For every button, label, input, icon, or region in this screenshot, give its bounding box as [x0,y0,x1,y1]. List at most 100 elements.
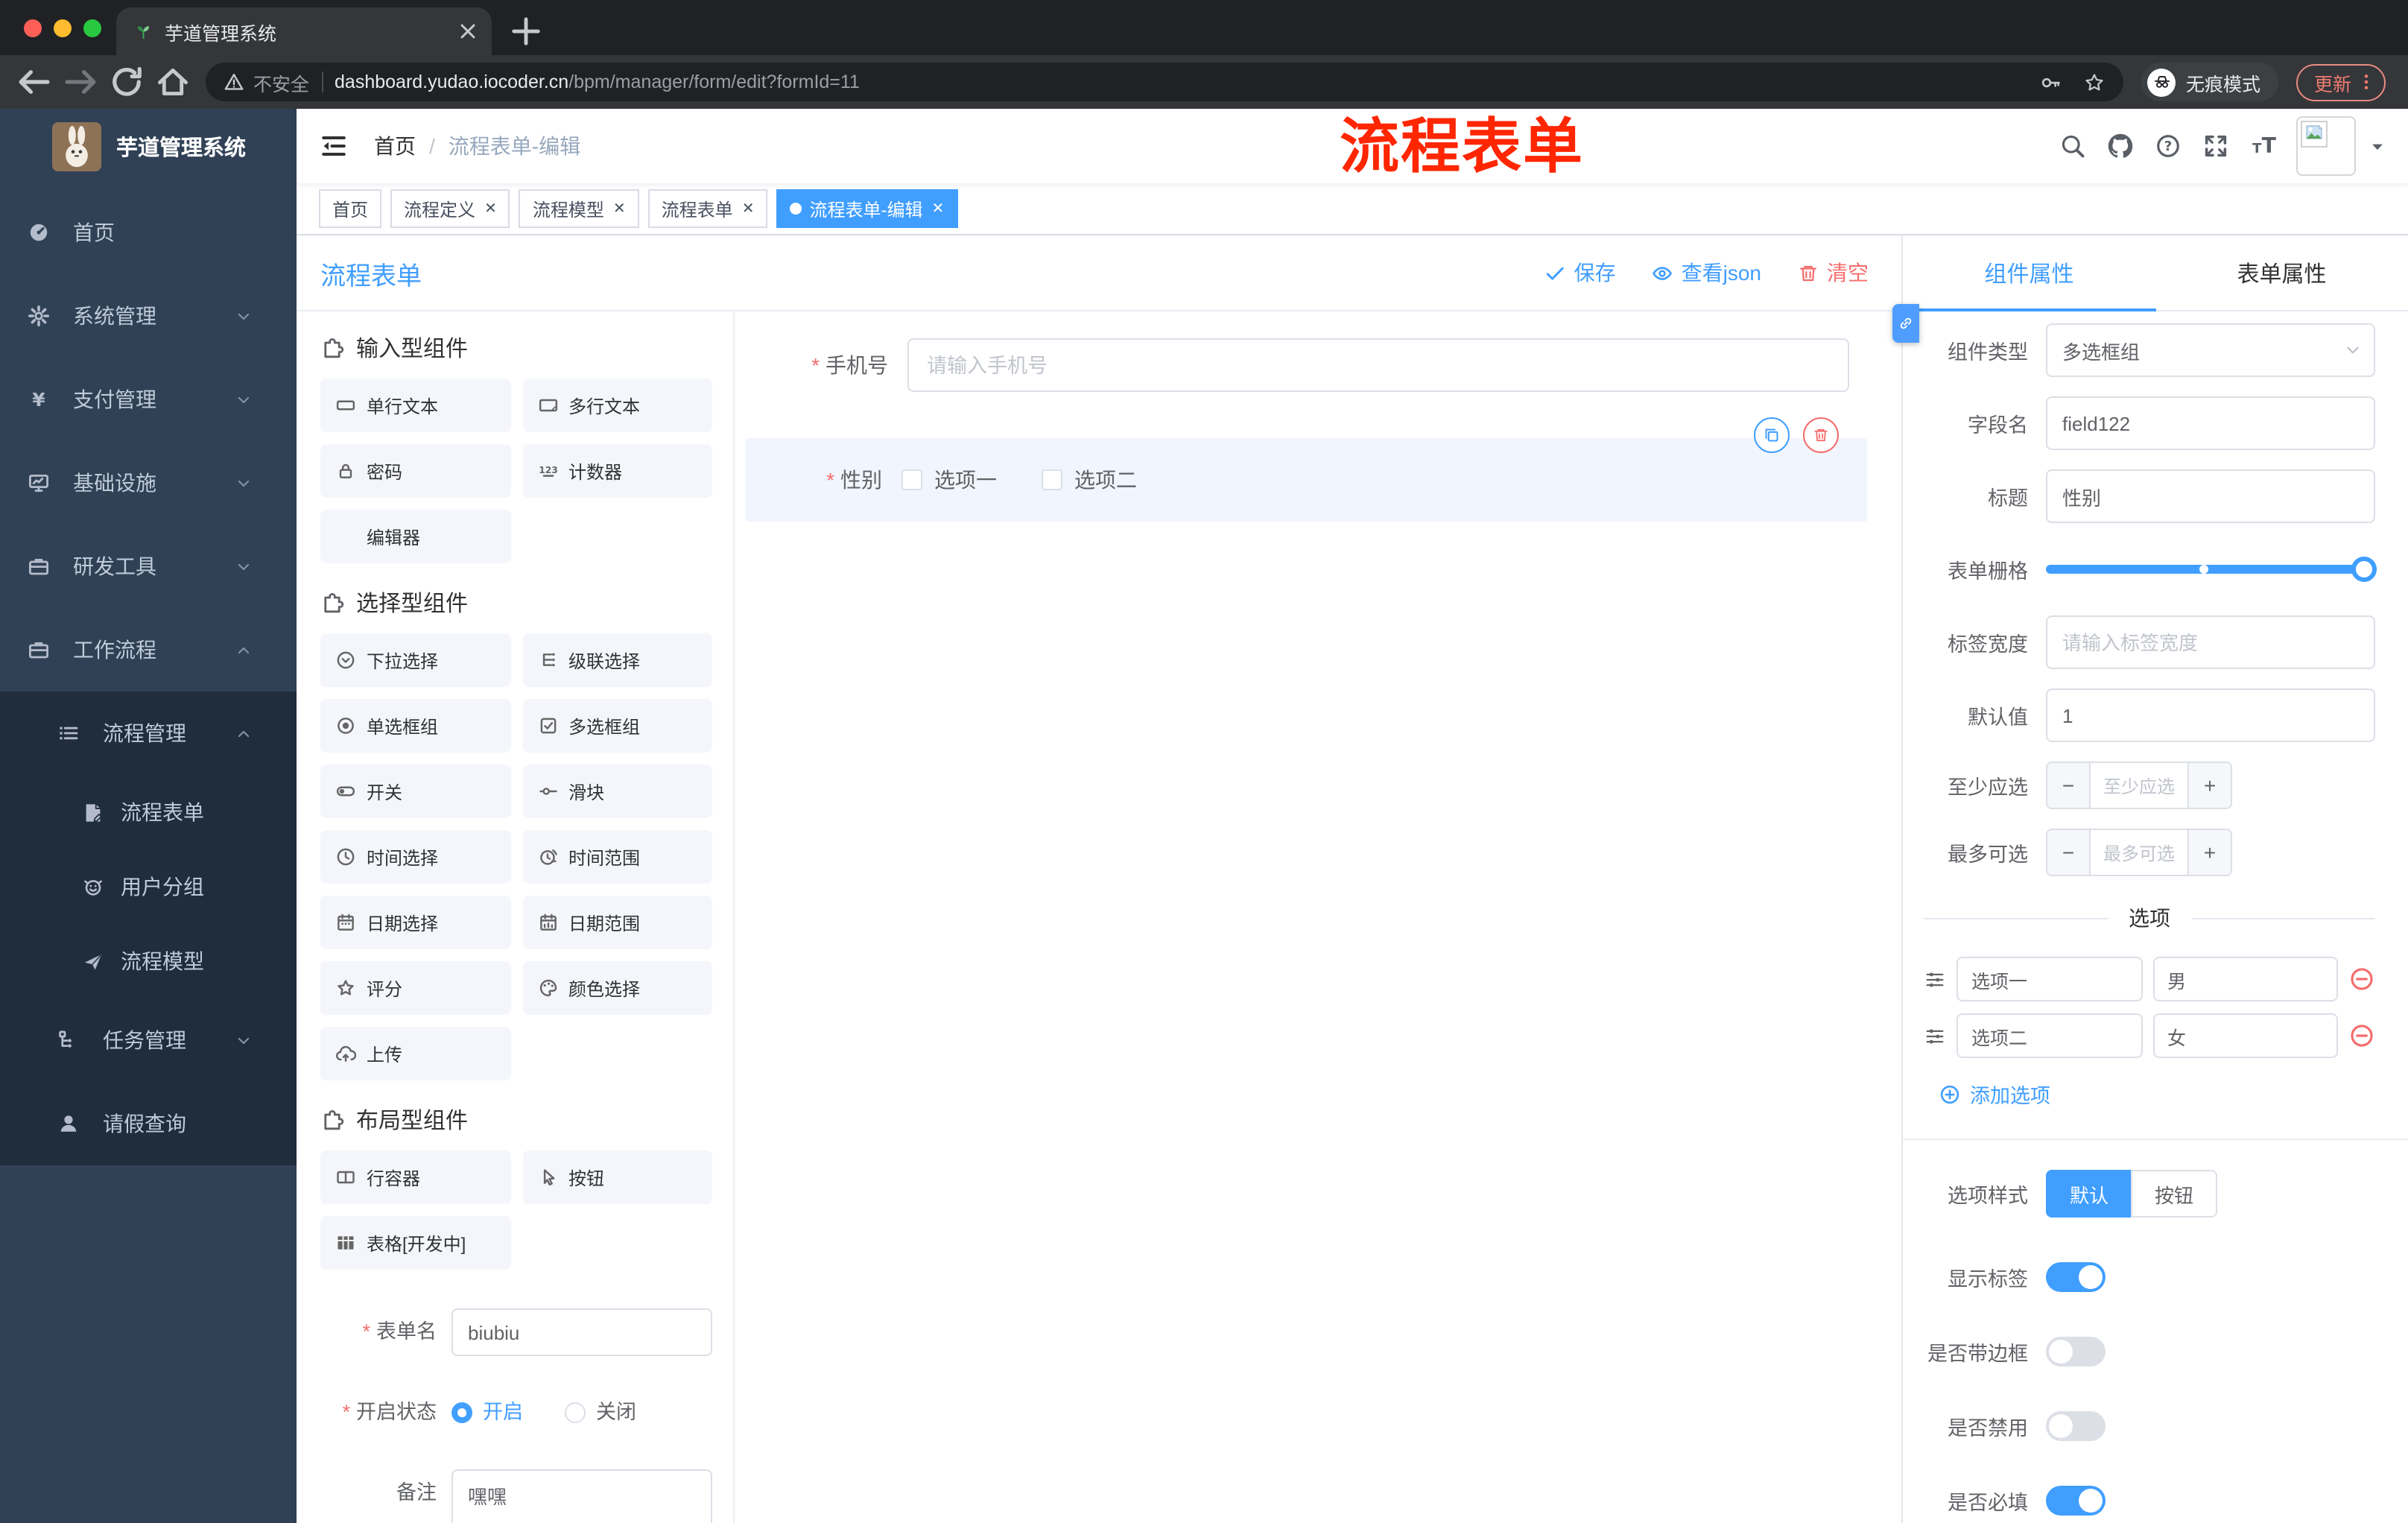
remove-option-button[interactable] [2348,966,2375,992]
tag-首页[interactable]: 首页 [319,189,382,228]
palette-item-按钮[interactable]: 按钮 [522,1150,712,1204]
close-icon[interactable]: ✕ [931,200,944,217]
checkbox-unchecked-icon[interactable] [902,469,922,490]
avatar-menu-caret[interactable] [2369,137,2387,155]
toggle-是否带边框[interactable] [2046,1337,2106,1367]
tab-form-props[interactable]: 表单属性 [2155,235,2408,310]
checkbox-unchecked-icon[interactable] [1042,469,1062,490]
sidebar-item-系统管理[interactable]: 系统管理 [0,274,297,358]
option-value-input[interactable] [2152,1013,2338,1058]
option-name-input[interactable] [1956,957,2142,1001]
more-vertical-icon[interactable] [2356,72,2377,92]
close-icon[interactable]: ✕ [742,200,755,217]
view-json-button[interactable]: 查看json [1652,258,1761,288]
question-button[interactable]: ? [2144,122,2192,170]
sidebar-item-流程表单[interactable]: 流程表单 [0,775,297,849]
canvas-field-phone[interactable]: 手机号 [745,338,1849,392]
user-avatar[interactable] [2296,116,2356,176]
palette-item-滑块[interactable]: 滑块 [522,764,712,818]
delete-component-button[interactable] [1803,417,1839,453]
stepper-decrease-button[interactable]: − [2047,830,2091,875]
close-tab-icon[interactable] [456,19,480,43]
github-button[interactable] [2097,122,2144,170]
form-name-input[interactable] [452,1308,712,1356]
title-input[interactable] [2046,469,2375,523]
drag-handle-icon[interactable] [1924,1025,1946,1047]
toggle-显示标签[interactable] [2046,1262,2106,1292]
stepper-decrease-button[interactable]: − [2047,763,2091,808]
sidebar-item-用户分组[interactable]: 用户分组 [0,849,297,924]
form-remark-textarea[interactable]: 嘿嘿 [452,1469,712,1523]
sidebar-item-首页[interactable]: 首页 [0,191,297,274]
option-value-input[interactable] [2152,957,2338,1001]
palette-item-时间选择[interactable]: 时间选择 [320,830,510,884]
slider-track[interactable] [2046,557,2377,582]
field-name-input[interactable] [2046,396,2375,450]
canvas-field-gender-selected[interactable]: 性别 选项一 选项二 [745,417,1867,522]
stepper-increase-button[interactable]: + [2187,830,2231,875]
palette-item-行容器[interactable]: 行容器 [320,1150,510,1204]
style-default-button[interactable]: 默认 [2046,1170,2132,1218]
min-checked-input[interactable]: 至少应选 [2091,763,2187,808]
palette-item-颜色选择[interactable]: 颜色选择 [522,961,712,1015]
palette-item-时间范围[interactable]: 时间范围 [522,830,712,884]
tag-流程表单-编辑[interactable]: 流程表单-编辑 ✕ [776,189,958,228]
status-radio-off[interactable]: 关闭 [565,1389,636,1437]
tag-流程表单[interactable]: 流程表单 ✕ [647,189,768,228]
sidebar-toggle-icon[interactable] [319,131,349,161]
palette-item-下拉选择[interactable]: 下拉选择 [320,633,510,687]
component-type-select[interactable] [2046,323,2375,377]
new-tab-button[interactable] [507,12,545,51]
palette-item-上传[interactable]: 上传 [320,1027,510,1080]
copy-component-button[interactable] [1754,417,1790,453]
add-option-button[interactable]: 添加选项 [1939,1079,2375,1109]
palette-item-计数器[interactable]: 123 计数器 [522,444,712,498]
status-radio-on[interactable]: 开启 [452,1389,523,1437]
tab-component-props[interactable]: 组件属性 [1903,235,2155,310]
form-grid-slider[interactable] [2046,542,2377,596]
sidebar-logo[interactable]: 芋道管理系统 [0,109,297,183]
palette-item-单行文本[interactable]: 单行文本 [320,379,510,432]
remove-option-button[interactable] [2348,1022,2375,1049]
clear-button[interactable]: 清空 [1797,258,1869,288]
slider-handle[interactable] [2351,557,2377,582]
sidebar-item-支付管理[interactable]: ¥ 支付管理 [0,358,297,441]
checkbox-选项二[interactable]: 选项二 [1042,465,1137,495]
palette-item-级联选择[interactable]: 级联选择 [522,633,712,687]
tag-流程定义[interactable]: 流程定义 ✕ [390,189,510,228]
tag-流程模型[interactable]: 流程模型 ✕ [519,189,639,228]
checkbox-选项一[interactable]: 选项一 [902,465,997,495]
security-label[interactable]: 不安全 [253,68,309,96]
palette-item-密码[interactable]: 密码 [320,444,510,498]
panel-link-tab[interactable] [1892,304,1919,343]
maximize-window-button[interactable] [83,19,101,37]
palette-item-评分[interactable]: 评分 [320,961,510,1015]
sidebar-item-工作流程[interactable]: 工作流程 [0,608,297,691]
stepper-increase-button[interactable]: + [2187,763,2231,808]
reload-icon[interactable] [107,63,146,101]
phone-input[interactable] [907,338,1849,392]
drag-handle-icon[interactable] [1924,968,1946,990]
toggle-是否禁用[interactable] [2046,1411,2106,1441]
style-button-button[interactable]: 按钮 [2131,1170,2218,1218]
home-icon[interactable] [153,63,192,101]
bookmark-star-icon[interactable] [2083,71,2106,93]
palette-item-单选框组[interactable]: 单选框组 [320,699,510,753]
forward-icon[interactable] [61,63,100,101]
sidebar-item-研发工具[interactable]: 研发工具 [0,525,297,608]
breadcrumb-home[interactable]: 首页 [374,131,416,161]
sidebar-item-任务管理[interactable]: 任务管理 [0,998,297,1082]
back-icon[interactable] [15,63,54,101]
toggle-是否必填[interactable] [2046,1486,2106,1516]
close-icon[interactable]: ✕ [613,200,626,217]
browser-tab[interactable]: 芋道管理系统 [116,7,492,55]
sidebar-item-请假查询[interactable]: 请假查询 [0,1082,297,1165]
minimize-window-button[interactable] [54,19,72,37]
palette-item-表格[开发中][interactable]: 表格[开发中] [320,1216,510,1270]
default-value-input[interactable] [2046,688,2375,742]
search-button[interactable] [2049,122,2097,170]
palette-item-日期选择[interactable]: 日期选择 [320,896,510,949]
option-name-input[interactable] [1956,1013,2142,1058]
sidebar-item-基础设施[interactable]: 基础设施 [0,441,297,525]
text-size-button[interactable]: TT [2240,122,2287,170]
